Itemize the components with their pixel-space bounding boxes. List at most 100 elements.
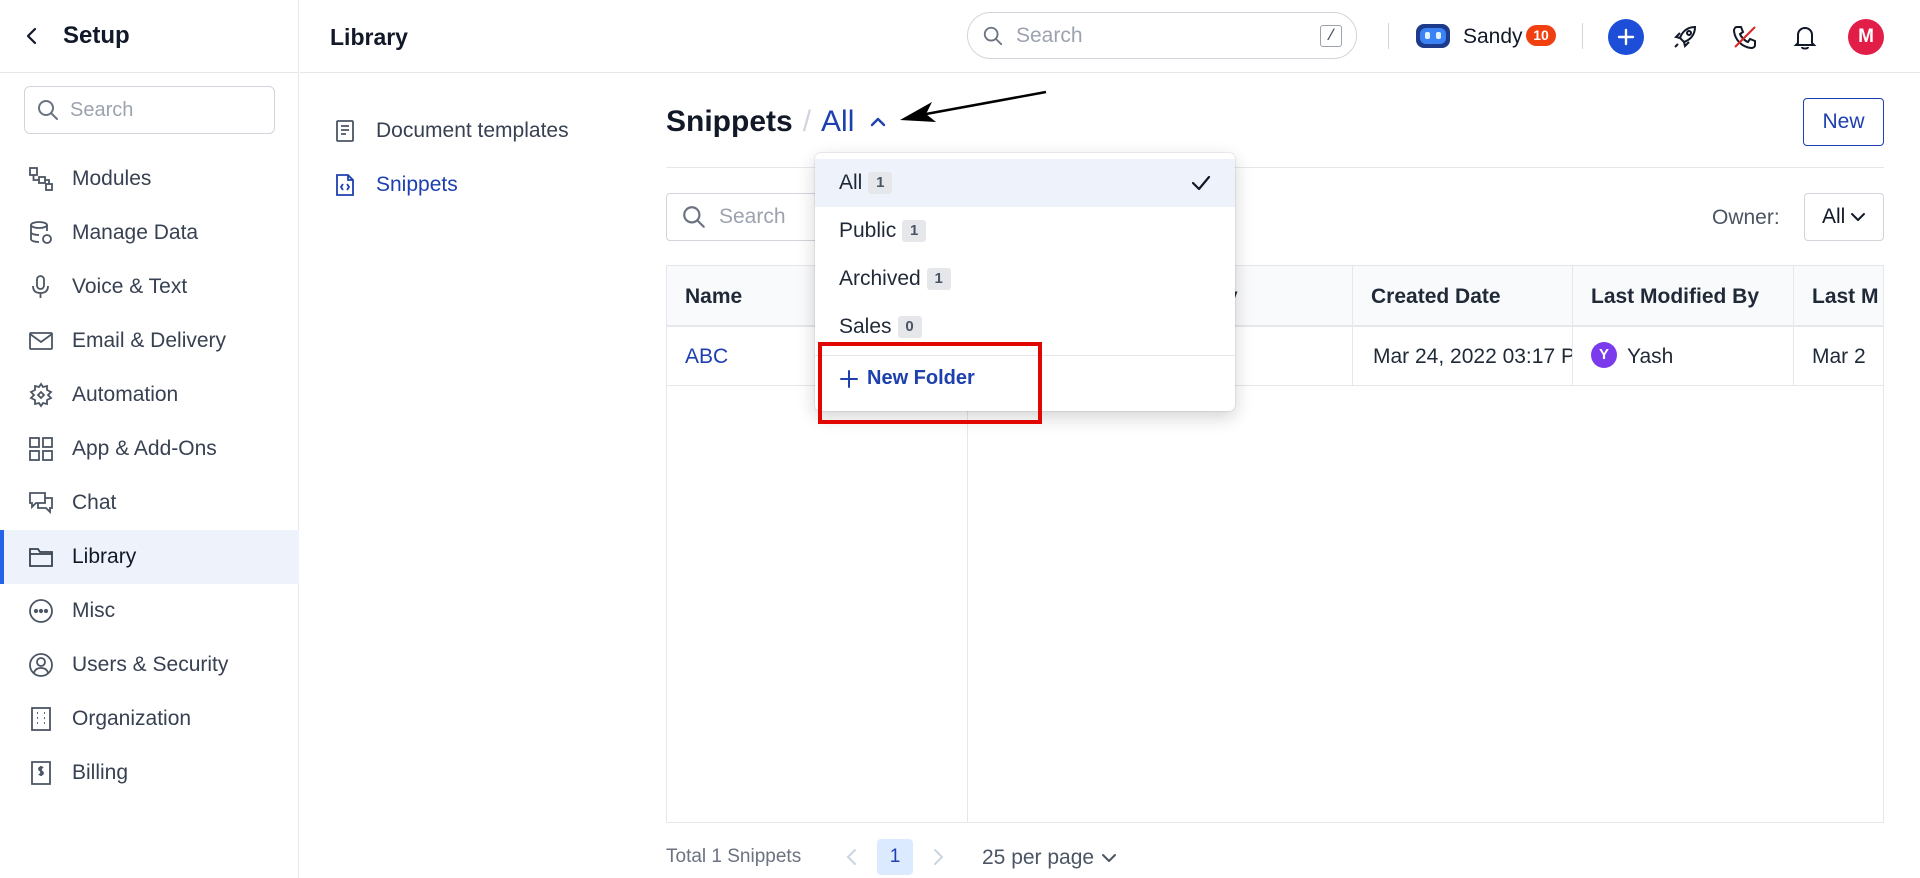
folder-selector[interactable]: All bbox=[821, 105, 854, 139]
folder-option-label: Sales bbox=[839, 315, 892, 338]
phone-off-icon[interactable] bbox=[1730, 22, 1760, 52]
grid-icon bbox=[27, 435, 55, 463]
microphone-icon bbox=[27, 273, 55, 301]
sidebar-item-label: Library bbox=[72, 545, 137, 568]
database-icon bbox=[27, 219, 55, 247]
automation-icon bbox=[27, 381, 55, 409]
column-header-last-modified-by[interactable]: Last Modified By bbox=[1573, 266, 1794, 327]
top-bar: Library / Sandy 10 M bbox=[300, 0, 1920, 73]
folder-count-badge: 1 bbox=[868, 172, 893, 194]
modules-icon bbox=[27, 165, 55, 193]
owner-filter-select[interactable]: All bbox=[1804, 193, 1884, 241]
global-search-input[interactable] bbox=[1016, 23, 1306, 48]
folder-option-label: Public bbox=[839, 219, 897, 242]
user-avatar[interactable]: M bbox=[1848, 19, 1884, 55]
sidebar-item-users-security[interactable]: Users & Security bbox=[0, 638, 299, 692]
sidebar-item-label: Billing bbox=[72, 761, 129, 784]
owner-filter-value: All bbox=[1822, 205, 1846, 228]
sidebar-search[interactable] bbox=[24, 86, 275, 134]
sidebar-item-organization[interactable]: Organization bbox=[0, 692, 299, 746]
bot-avatar-icon[interactable] bbox=[1414, 22, 1452, 50]
search-icon bbox=[36, 98, 60, 122]
sidebar-item-label: Modules bbox=[72, 167, 152, 190]
snippet-icon bbox=[332, 172, 358, 198]
new-folder-label: New Folder bbox=[867, 367, 975, 389]
page-title: Library bbox=[330, 24, 408, 50]
subnav-item-document-templates[interactable]: Document templates bbox=[332, 116, 569, 146]
folder-option-sales[interactable]: Sales 0 bbox=[815, 303, 1235, 351]
last-modified-cell: Mar 2 bbox=[1812, 345, 1866, 368]
checkmark-icon bbox=[1189, 171, 1213, 195]
more-icon bbox=[27, 597, 55, 625]
sidebar-item-label: Misc bbox=[72, 599, 116, 622]
table-footer: Total 1 Snippets 1 25 per page bbox=[666, 838, 1884, 878]
folder-option-archived[interactable]: Archived 1 bbox=[815, 255, 1235, 303]
chat-icon bbox=[27, 489, 55, 517]
new-snippet-button[interactable]: New bbox=[1803, 98, 1884, 146]
dropdown-divider bbox=[815, 355, 1235, 356]
created-date-cell: Mar 24, 2022 03:17 PM bbox=[1353, 327, 1573, 386]
sidebar-item-automation[interactable]: Automation bbox=[0, 368, 299, 422]
subnav-item-label: Document templates bbox=[376, 119, 569, 142]
chevron-down-icon bbox=[1100, 849, 1118, 867]
sidebar-item-email-delivery[interactable]: Email & Delivery bbox=[0, 314, 299, 368]
user-circle-icon bbox=[27, 651, 55, 679]
section-title: Snippets bbox=[666, 105, 793, 138]
column-header-created-date[interactable]: Created Date bbox=[1353, 266, 1573, 327]
last-modified-by-name: Yash bbox=[1627, 345, 1674, 368]
folder-option-all[interactable]: All 1 bbox=[815, 159, 1235, 207]
sidebar-item-label: Chat bbox=[72, 491, 117, 514]
sidebar-search-input[interactable] bbox=[70, 98, 260, 122]
billing-icon bbox=[27, 759, 55, 787]
sidebar-item-billing[interactable]: Billing bbox=[0, 746, 299, 800]
mail-icon bbox=[27, 327, 55, 355]
folder-option-public[interactable]: Public 1 bbox=[815, 207, 1235, 255]
chevron-left-icon[interactable] bbox=[842, 846, 862, 868]
sidebar-item-misc[interactable]: Misc bbox=[0, 584, 299, 638]
sidebar-nav: Modules Manage Data Voice & Text Email &… bbox=[0, 152, 299, 800]
search-icon bbox=[982, 25, 1004, 47]
last-modified-by-cell: Y Yash bbox=[1573, 327, 1794, 386]
user-name[interactable]: Sandy bbox=[1463, 25, 1523, 49]
divider bbox=[1582, 23, 1583, 49]
folder-count-badge: 0 bbox=[897, 316, 922, 338]
setup-sidebar: Setup Modules Manage Data Voice & Text E… bbox=[0, 0, 299, 878]
sidebar-item-modules[interactable]: Modules bbox=[0, 152, 299, 206]
notification-count-badge: 10 bbox=[1526, 25, 1556, 46]
total-count: Total 1 Snippets bbox=[666, 846, 802, 867]
quick-add-button[interactable] bbox=[1608, 19, 1644, 55]
folder-count-badge: 1 bbox=[902, 220, 927, 242]
column-header-last-modified[interactable]: Last M bbox=[1794, 266, 1883, 327]
page-number-button[interactable]: 1 bbox=[877, 839, 913, 875]
subnav-item-label: Snippets bbox=[376, 173, 458, 196]
chevron-right-icon[interactable] bbox=[928, 846, 948, 868]
chevron-up-icon[interactable] bbox=[866, 110, 890, 134]
per-page-select[interactable]: 25 per page bbox=[982, 846, 1118, 870]
sidebar-item-label: App & Add-Ons bbox=[72, 437, 217, 460]
owner-filter-label: Owner: bbox=[1712, 206, 1780, 229]
rocket-icon[interactable] bbox=[1670, 22, 1700, 52]
avatar: Y bbox=[1591, 342, 1617, 369]
new-folder-button[interactable]: New Folder bbox=[839, 367, 975, 390]
subnav-item-snippets[interactable]: Snippets bbox=[332, 170, 458, 200]
sidebar-item-apps-addons[interactable]: App & Add-Ons bbox=[0, 422, 299, 476]
back-arrow-icon[interactable] bbox=[20, 24, 44, 48]
global-search[interactable]: / bbox=[967, 12, 1357, 59]
bell-icon[interactable] bbox=[1790, 22, 1820, 52]
folder-count-badge: 1 bbox=[926, 268, 951, 290]
sidebar-item-voice-text[interactable]: Voice & Text bbox=[0, 260, 299, 314]
sidebar-item-chat[interactable]: Chat bbox=[0, 476, 299, 530]
folder-option-label: Archived bbox=[839, 267, 921, 290]
folder-icon bbox=[27, 543, 55, 571]
column-divider bbox=[967, 386, 968, 822]
plus-icon bbox=[839, 369, 859, 389]
sidebar-item-label: Organization bbox=[72, 707, 192, 730]
plus-icon bbox=[1617, 28, 1635, 46]
sidebar-item-label: Voice & Text bbox=[72, 275, 188, 298]
search-shortcut-key: / bbox=[1320, 25, 1342, 47]
sidebar-item-manage-data[interactable]: Manage Data bbox=[0, 206, 299, 260]
annotation-arrow-icon bbox=[896, 88, 1056, 130]
sidebar-item-label: Email & Delivery bbox=[72, 329, 227, 352]
sidebar-item-library[interactable]: Library bbox=[0, 530, 299, 584]
sidebar-header: Setup bbox=[0, 0, 299, 73]
